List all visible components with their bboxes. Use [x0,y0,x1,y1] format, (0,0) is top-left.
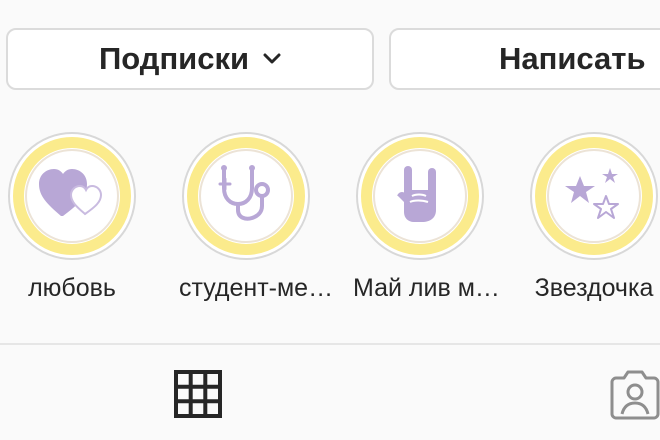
highlight-ring [530,132,658,260]
highlight-label: студент-ме… [179,274,334,302]
message-label: Написать [499,41,646,76]
stethoscope-icon [216,162,276,231]
tab-grid[interactable] [174,370,222,423]
tagged-person-icon [610,370,660,425]
following-button[interactable]: Подписки [6,28,374,90]
highlight-item-love[interactable]: любовь [5,132,139,303]
highlight-label: Звездочка [534,274,654,302]
rock-hand-icon [396,162,444,231]
highlight-label: Май лив м… [353,274,500,302]
highlight-item-student-med[interactable]: студент-ме… [179,132,334,303]
stars-icon [562,162,626,231]
divider [0,343,660,345]
highlight-label: любовь [28,274,116,302]
following-label: Подписки [98,41,250,76]
tab-tagged[interactable] [610,370,660,425]
chevron-down-icon [263,53,281,65]
highlight-ring [356,132,484,260]
hearts-icon [37,164,107,229]
highlight-item-may-live[interactable]: Май лив м… [353,132,500,303]
highlight-ring [8,132,136,260]
highlight-ring [182,132,310,260]
grid-icon [174,370,222,423]
highlight-item-star[interactable]: Звездочка [527,132,660,303]
message-button[interactable]: Написать [389,28,660,90]
